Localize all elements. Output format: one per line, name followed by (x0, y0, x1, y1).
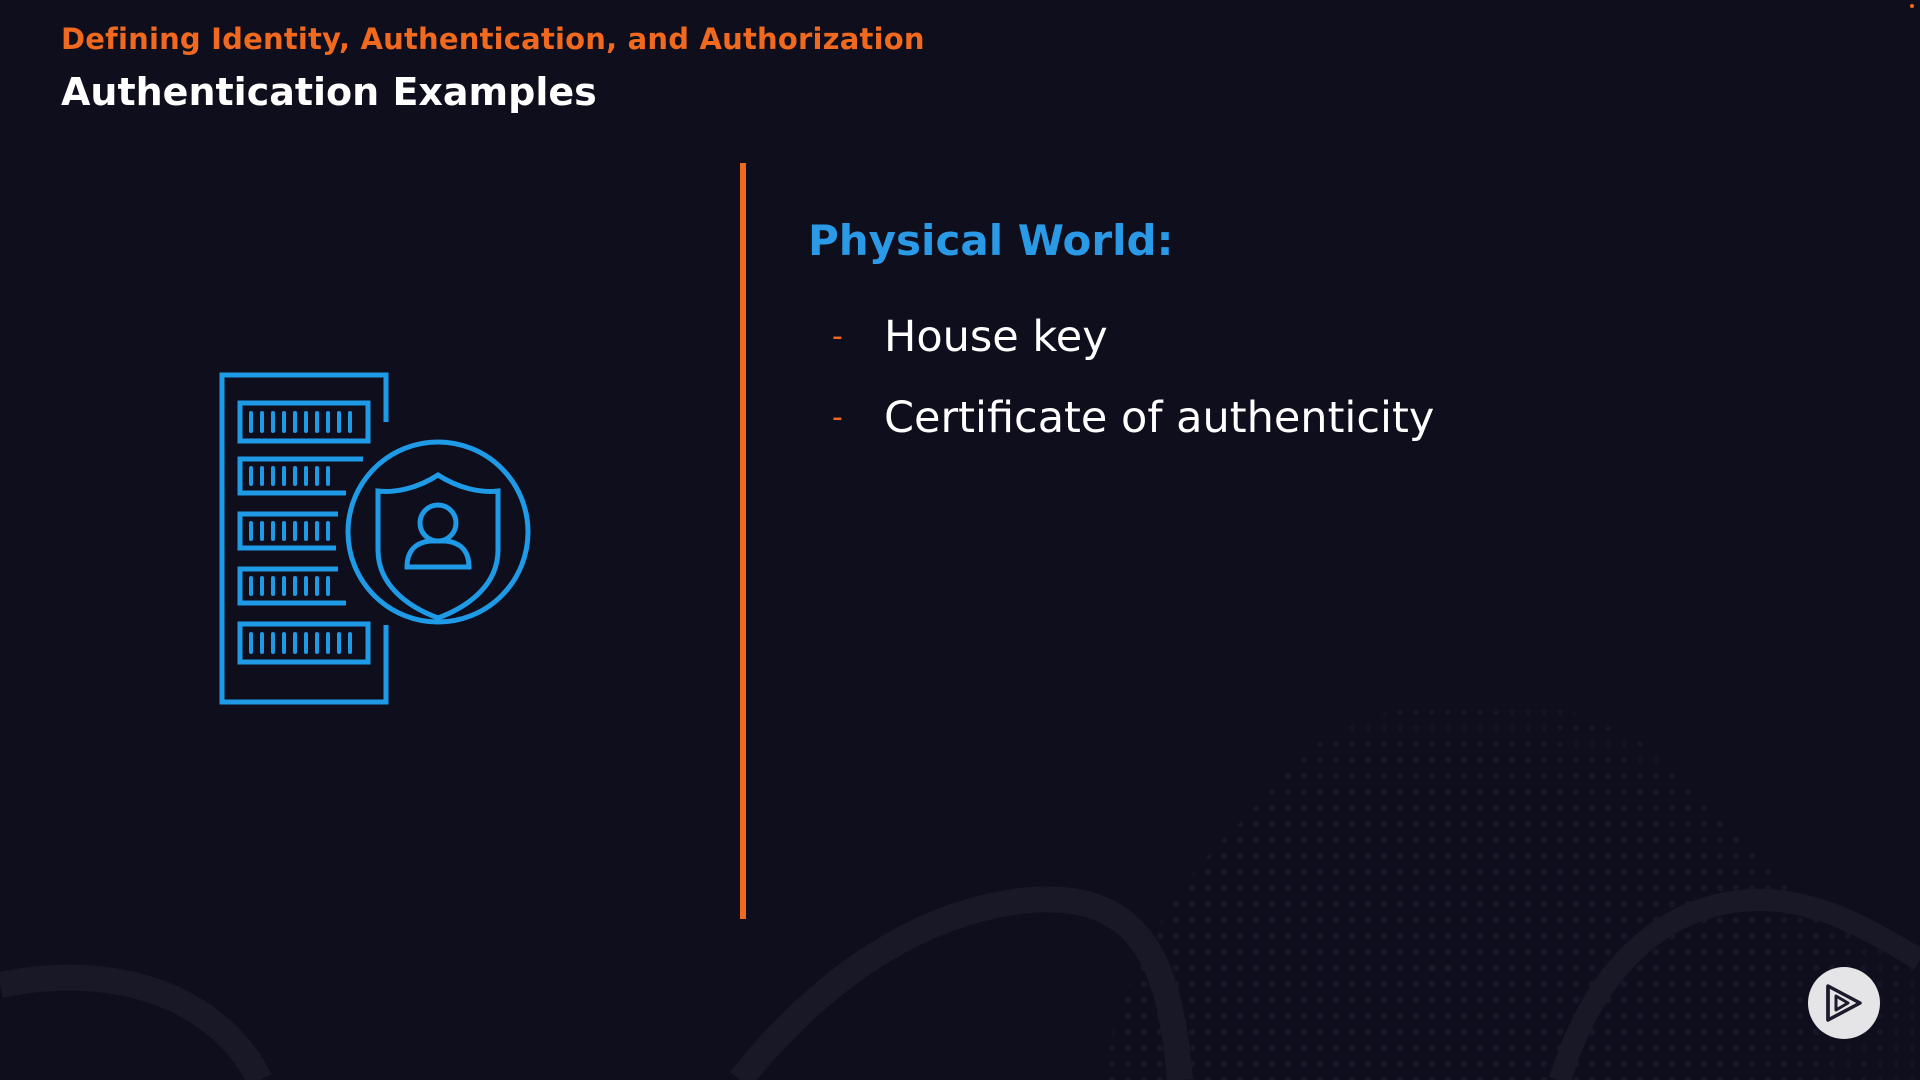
play-triangle-icon (1826, 984, 1862, 1022)
server-shield-user-icon (219, 372, 531, 705)
slide: Defining Identity, Authentication, and A… (0, 0, 1920, 1080)
slide-title: Authentication Examples (61, 70, 597, 114)
bullet-dash: - (832, 319, 843, 354)
list-item: - House key (832, 296, 1434, 377)
list-item: - Certificate of authenticity (832, 377, 1434, 458)
bullet-text: Certificate of authenticity (884, 392, 1435, 443)
course-subtitle: Defining Identity, Authentication, and A… (61, 22, 925, 56)
corner-marker (1910, 4, 1914, 8)
bullet-dash: - (832, 400, 843, 435)
play-logo-icon (1808, 967, 1880, 1039)
bullet-list: - House key - Certificate of authenticit… (832, 296, 1434, 458)
section-heading: Physical World: (808, 216, 1174, 265)
vertical-divider (740, 163, 746, 919)
bullet-text: House key (884, 311, 1108, 362)
